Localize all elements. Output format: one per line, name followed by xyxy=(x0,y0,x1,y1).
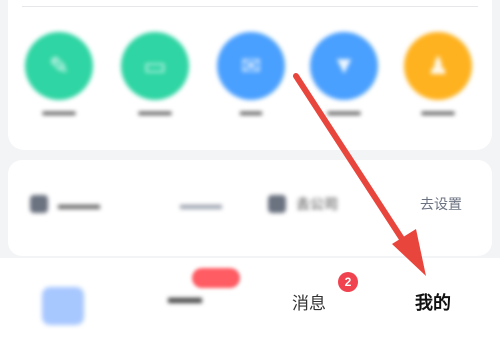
annotation-arrow xyxy=(293,73,426,276)
